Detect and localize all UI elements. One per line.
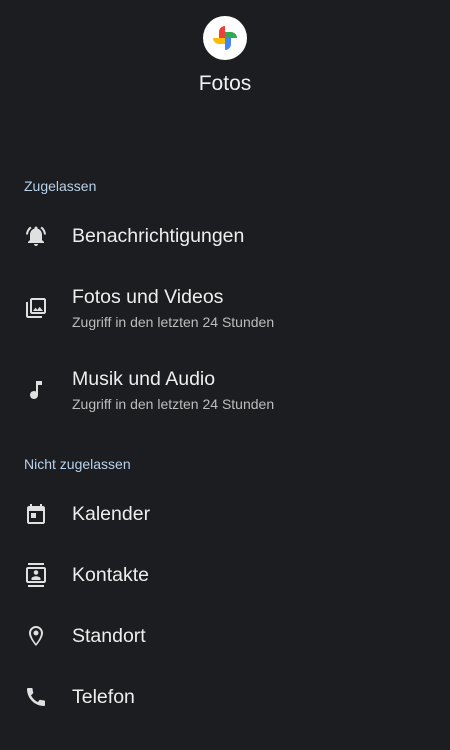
permission-title: Kontakte [72,564,149,586]
phone-icon [24,685,48,709]
permission-subtitle: Zugriff in den letzten 24 Stunden [72,396,275,412]
section-header-not-allowed: Nicht zugelassen [24,456,131,472]
bell-icon [24,224,48,248]
location-icon [24,624,48,648]
permission-item-calendar[interactable]: Kalender [0,484,450,544]
permission-item-notifications[interactable]: Benachrichtigungen [0,206,450,266]
permission-item-music-audio[interactable]: Musik und Audio Zugriff in den letzten 2… [0,350,450,412]
photo-library-icon [24,296,48,320]
calendar-icon [24,502,48,526]
permission-item-phone[interactable]: Telefon [0,667,450,727]
permission-item-location[interactable]: Standort [0,606,450,666]
app-header: Fotos [0,0,450,110]
permission-title: Benachrichtigungen [72,225,245,247]
music-note-icon [24,378,48,402]
permission-item-photos-videos[interactable]: Fotos und Videos Zugriff in den letzten … [0,268,450,330]
permission-item-contacts[interactable]: Kontakte [0,545,450,605]
contacts-icon [24,563,48,587]
permission-title: Kalender [72,503,151,525]
permission-subtitle: Zugriff in den letzten 24 Stunden [72,314,275,330]
app-title: Fotos [198,72,252,95]
google-photos-pinwheel-icon [203,16,247,60]
permission-title: Musik und Audio [72,368,216,390]
permission-title: Standort [72,625,146,647]
permission-title: Fotos und Videos [72,286,224,308]
permission-title: Telefon [72,686,135,708]
section-header-allowed: Zugelassen [24,178,97,194]
